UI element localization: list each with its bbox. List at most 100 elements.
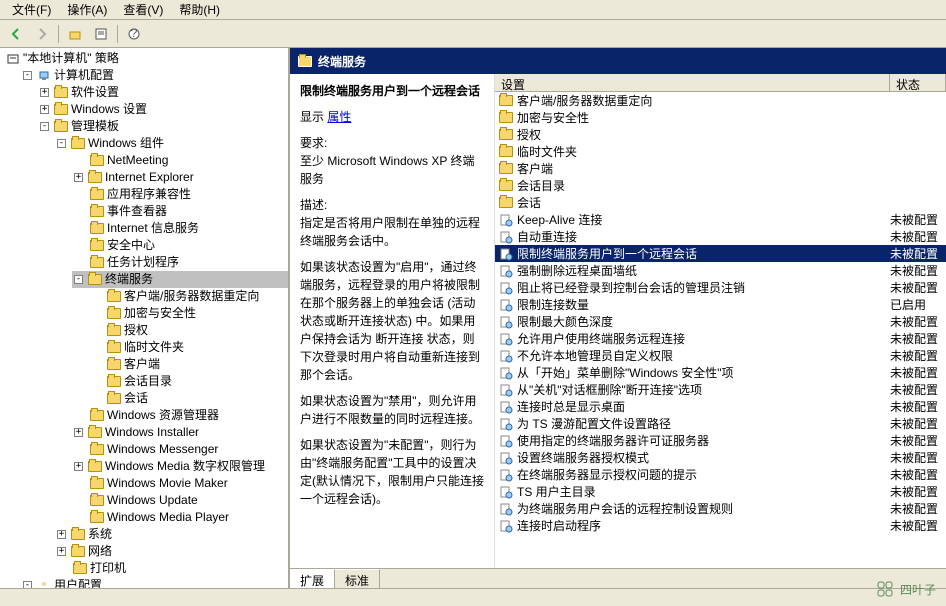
- tree-item[interactable]: Windows 资源管理器: [72, 407, 288, 424]
- policy-row[interactable]: TS 用户主目录未被配置: [495, 483, 946, 500]
- tree-system[interactable]: +系统: [55, 526, 288, 543]
- folder-row[interactable]: 授权: [495, 126, 946, 143]
- svg-text:?: ?: [131, 27, 138, 40]
- col-state[interactable]: 状态: [890, 74, 946, 91]
- folder-row[interactable]: 客户端: [495, 160, 946, 177]
- tree-item[interactable]: +Windows Media 数字权限管理: [72, 458, 288, 475]
- tree-item[interactable]: Internet 信息服务: [72, 220, 288, 237]
- watermark: 四叶子: [876, 580, 936, 598]
- policy-row[interactable]: 在终端服务器显示授权问题的提示未被配置: [495, 466, 946, 483]
- tree-item[interactable]: NetMeeting: [72, 152, 288, 169]
- policy-icon: [499, 417, 513, 431]
- tree-item[interactable]: Windows Movie Maker: [72, 475, 288, 492]
- tree-item[interactable]: +Internet Explorer: [72, 169, 288, 186]
- policy-icon: [499, 451, 513, 465]
- tree-item[interactable]: 加密与安全性: [89, 305, 288, 322]
- col-setting[interactable]: 设置: [495, 74, 890, 91]
- folder-row[interactable]: 临时文件夹: [495, 143, 946, 160]
- menu-action[interactable]: 操作(A): [61, 0, 113, 20]
- tree-item[interactable]: 会话: [89, 390, 288, 407]
- policy-icon: [499, 213, 513, 227]
- tree-item[interactable]: 任务计划程序: [72, 254, 288, 271]
- policy-icon: [499, 502, 513, 516]
- properties-link[interactable]: 属性: [327, 110, 351, 124]
- tree-network[interactable]: +网络: [55, 543, 288, 560]
- tree-item[interactable]: Windows Update: [72, 492, 288, 509]
- tree-computer-config[interactable]: -计算机配置: [21, 67, 288, 84]
- policy-row[interactable]: 不允许本地管理员自定义权限未被配置: [495, 347, 946, 364]
- policy-row[interactable]: 限制最大颜色深度未被配置: [495, 313, 946, 330]
- policy-icon: [499, 400, 513, 414]
- tree-windows-components[interactable]: -Windows 组件: [55, 135, 288, 152]
- policy-row[interactable]: 限制连接数量已启用: [495, 296, 946, 313]
- menubar: 文件(F) 操作(A) 查看(V) 帮助(H): [0, 0, 946, 20]
- policy-row[interactable]: 设置终端服务器授权模式未被配置: [495, 449, 946, 466]
- policy-icon: [499, 434, 513, 448]
- folder-row[interactable]: 会话: [495, 194, 946, 211]
- tree-windows-settings[interactable]: +Windows 设置: [38, 101, 288, 118]
- policy-row[interactable]: 为 TS 漫游配置文件设置路径未被配置: [495, 415, 946, 432]
- tree-software-settings[interactable]: +软件设置: [38, 84, 288, 101]
- properties-button[interactable]: [91, 24, 111, 44]
- tree-item[interactable]: Windows Messenger: [72, 441, 288, 458]
- tree-item[interactable]: 临时文件夹: [89, 339, 288, 356]
- policy-icon: [499, 247, 513, 261]
- policy-icon: [499, 230, 513, 244]
- policy-row[interactable]: 阻止将已经登录到控制台会话的管理员注销未被配置: [495, 279, 946, 296]
- tree-item[interactable]: 事件查看器: [72, 203, 288, 220]
- view-tabs: 扩展 标准: [290, 568, 946, 588]
- folder-icon: [298, 56, 312, 67]
- menu-file[interactable]: 文件(F): [6, 0, 57, 20]
- policy-row[interactable]: 自动重连接未被配置: [495, 228, 946, 245]
- tree-item[interactable]: 安全中心: [72, 237, 288, 254]
- tree-user-config[interactable]: -用户配置: [21, 577, 288, 588]
- policy-icon: [499, 485, 513, 499]
- tree-root[interactable]: "本地计算机" 策略: [4, 50, 288, 67]
- tab-extended[interactable]: 扩展: [290, 569, 335, 588]
- tab-standard[interactable]: 标准: [335, 569, 380, 588]
- tree-admin-templates[interactable]: -管理模板: [38, 118, 288, 135]
- menu-view[interactable]: 查看(V): [117, 0, 169, 20]
- policy-row[interactable]: 为终端服务用户会话的远程控制设置规则未被配置: [495, 500, 946, 517]
- policy-row[interactable]: 允许用户使用终端服务远程连接未被配置: [495, 330, 946, 347]
- policy-icon: [499, 468, 513, 482]
- tree-item[interactable]: 授权: [89, 322, 288, 339]
- column-header[interactable]: 设置 状态: [495, 74, 946, 92]
- policy-row[interactable]: 连接时启动程序未被配置: [495, 517, 946, 534]
- policy-icon: [499, 298, 513, 312]
- tree-item[interactable]: 客户端/服务器数据重定向: [89, 288, 288, 305]
- policy-title: 限制终端服务用户到一个远程会话: [300, 82, 484, 100]
- policy-row[interactable]: 从「开始」菜单删除"Windows 安全性"项未被配置: [495, 364, 946, 381]
- folder-row[interactable]: 会话目录: [495, 177, 946, 194]
- policy-icon: [499, 383, 513, 397]
- folder-row[interactable]: 客户端/服务器数据重定向: [495, 92, 946, 109]
- statusbar: [0, 588, 946, 606]
- tree-item[interactable]: +Windows Installer: [72, 424, 288, 441]
- policy-icon: [499, 366, 513, 380]
- policy-icon: [499, 349, 513, 363]
- policy-row[interactable]: 从"关机"对话框删除"断开连接"选项未被配置: [495, 381, 946, 398]
- tree-item[interactable]: Windows Media Player: [72, 509, 288, 526]
- up-button[interactable]: [65, 24, 85, 44]
- folder-row[interactable]: 加密与安全性: [495, 109, 946, 126]
- tree-item[interactable]: 会话目录: [89, 373, 288, 390]
- policy-row[interactable]: Keep-Alive 连接未被配置: [495, 211, 946, 228]
- policy-icon: [499, 281, 513, 295]
- tree-panel[interactable]: "本地计算机" 策略 -计算机配置 +软件设置 +Windows 设置 -管理模…: [0, 48, 290, 588]
- settings-list[interactable]: 设置 状态 客户端/服务器数据重定向加密与安全性授权临时文件夹客户端会话目录会话…: [495, 74, 946, 568]
- policy-row[interactable]: 强制删除远程桌面墙纸未被配置: [495, 262, 946, 279]
- back-button[interactable]: [6, 24, 26, 44]
- policy-icon: [499, 264, 513, 278]
- policy-icon: [499, 519, 513, 533]
- tree-printers[interactable]: 打印机: [55, 560, 288, 577]
- help-button[interactable]: ?: [124, 24, 144, 44]
- menu-help[interactable]: 帮助(H): [173, 0, 226, 20]
- policy-row[interactable]: 使用指定的终端服务器许可证服务器未被配置: [495, 432, 946, 449]
- policy-row[interactable]: 限制终端服务用户到一个远程会话未被配置: [495, 245, 946, 262]
- description-panel: 限制终端服务用户到一个远程会话 显示 属性 要求:至少 Microsoft Wi…: [290, 74, 495, 568]
- tree-item[interactable]: 客户端: [89, 356, 288, 373]
- forward-button: [32, 24, 52, 44]
- tree-terminal-services[interactable]: -终端服务: [72, 271, 288, 288]
- tree-item[interactable]: 应用程序兼容性: [72, 186, 288, 203]
- policy-row[interactable]: 连接时总是显示桌面未被配置: [495, 398, 946, 415]
